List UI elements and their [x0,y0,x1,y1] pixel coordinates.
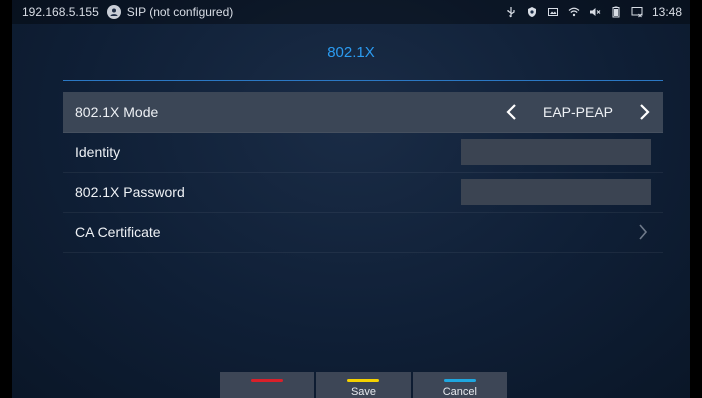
mode-label: 802.1X Mode [75,104,159,120]
password-field[interactable] [461,179,651,205]
mode-row[interactable]: 802.1X Mode EAP-PEAP [63,92,663,133]
identity-field[interactable] [461,139,651,165]
red-softkey[interactable] [220,372,315,398]
mode-selector[interactable]: EAP-PEAP [501,101,655,123]
cancel-button[interactable]: Cancel [412,372,507,398]
red-key-indicator [251,379,284,382]
wifi-icon [568,6,580,18]
password-label: 802.1X Password [75,184,185,200]
password-row: 802.1X Password [63,172,663,213]
screen: 192.168.5.155 SIP (not configured) 13:48… [0,0,702,398]
save-button[interactable]: Save [316,372,411,398]
status-icons: 13:48 [505,5,682,19]
account-icon [106,5,121,19]
mode-value: EAP-PEAP [542,104,614,120]
usb-icon [505,6,517,18]
save-label: Save [350,386,377,398]
page-title: 802.1X [327,44,375,61]
ip-address: 192.168.5.155 [22,5,99,19]
blue-key-indicator [443,379,476,382]
chevron-left-icon[interactable] [501,101,523,123]
sip-status: SIP (not configured) [126,5,234,19]
shield-icon [526,6,538,18]
clock: 13:48 [651,5,682,19]
chevron-right-icon[interactable] [637,223,649,241]
mute-icon [589,6,601,18]
ca-certificate-label: CA Certificate [75,224,161,240]
cancel-label: Cancel [442,386,477,398]
chevron-right-icon[interactable] [633,101,655,123]
missed-call-icon [631,6,643,18]
identity-label: Identity [75,144,121,160]
yellow-key-indicator [347,379,380,382]
ca-certificate-row[interactable]: CA Certificate [63,212,663,253]
status-bar: 192.168.5.155 SIP (not configured) 13:48 [12,0,690,24]
softkey-bar: Save Cancel [220,372,507,398]
title-divider [63,80,663,81]
battery-icon [610,6,622,18]
screenshot-icon [547,6,559,18]
identity-row: Identity [63,132,663,173]
